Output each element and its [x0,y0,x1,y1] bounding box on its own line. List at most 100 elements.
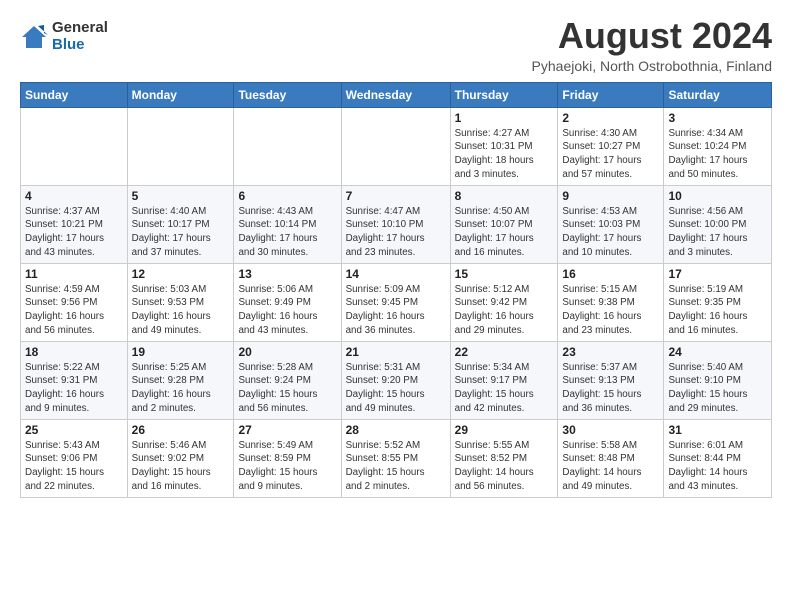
table-row: 17 Sunrise: 5:19 AM Sunset: 9:35 PM Dayli… [664,263,772,341]
day-number: 25 [25,423,123,437]
calendar-week-row: 18 Sunrise: 5:22 AM Sunset: 9:31 PM Dayli… [21,341,772,419]
logo: General Blue [20,20,108,53]
day-number: 20 [238,345,336,359]
day-info: Sunrise: 5:28 AM Sunset: 9:24 PM Dayligh… [238,361,336,416]
day-info: Sunrise: 5:03 AM Sunset: 9:53 PM Dayligh… [132,283,230,338]
header: General Blue August 2024 Pyhaejoki, Nort… [20,16,772,74]
col-saturday: Saturday [664,82,772,107]
table-row: 29 Sunrise: 5:55 AM Sunset: 8:52 PM Dayli… [450,419,558,497]
day-info: Sunrise: 4:30 AM Sunset: 10:27 PM Daylig… [562,127,659,182]
table-row: 16 Sunrise: 5:15 AM Sunset: 9:38 PM Dayli… [558,263,664,341]
calendar: Sunday Monday Tuesday Wednesday Thursday… [20,82,772,498]
day-number: 27 [238,423,336,437]
day-info: Sunrise: 4:40 AM Sunset: 10:17 PM Daylig… [132,205,230,260]
table-row: 4Sunrise: 4:37 AM Sunset: 10:21 PM Dayli… [21,185,128,263]
table-row [21,107,128,185]
table-row [234,107,341,185]
logo-blue-text: Blue [52,37,108,54]
table-row: 21 Sunrise: 5:31 AM Sunset: 9:20 PM Dayli… [341,341,450,419]
table-row: 27Sunrise: 5:49 AM Sunset: 8:59 PM Dayli… [234,419,341,497]
day-number: 5 [132,189,230,203]
col-monday: Monday [127,82,234,107]
day-info: Sunrise: 5:12 AM Sunset: 9:42 PM Dayligh… [455,283,554,338]
day-number: 7 [346,189,446,203]
day-info: Sunrise: 5:19 AM Sunset: 9:35 PM Dayligh… [668,283,767,338]
day-number: 16 [562,267,659,281]
col-sunday: Sunday [21,82,128,107]
table-row: 11 Sunrise: 4:59 AM Sunset: 9:56 PM Dayli… [21,263,128,341]
day-number: 8 [455,189,554,203]
table-row: 23 Sunrise: 5:37 AM Sunset: 9:13 PM Dayli… [558,341,664,419]
day-number: 23 [562,345,659,359]
day-info: Sunrise: 6:01 AM Sunset: 8:44 PM Dayligh… [668,439,767,494]
table-row: 24Sunrise: 5:40 AM Sunset: 9:10 PM Dayli… [664,341,772,419]
day-info: Sunrise: 5:55 AM Sunset: 8:52 PM Dayligh… [455,439,554,494]
day-info: Sunrise: 4:50 AM Sunset: 10:07 PM Daylig… [455,205,554,260]
day-number: 29 [455,423,554,437]
table-row: 8 Sunrise: 4:50 AM Sunset: 10:07 PM Dayli… [450,185,558,263]
day-number: 17 [668,267,767,281]
table-row: 26Sunrise: 5:46 AM Sunset: 9:02 PM Dayli… [127,419,234,497]
col-wednesday: Wednesday [341,82,450,107]
table-row: 19Sunrise: 5:25 AM Sunset: 9:28 PM Dayli… [127,341,234,419]
location: Pyhaejoki, North Ostrobothnia, Finland [532,58,772,74]
day-info: Sunrise: 5:15 AM Sunset: 9:38 PM Dayligh… [562,283,659,338]
day-info: Sunrise: 4:47 AM Sunset: 10:10 PM Daylig… [346,205,446,260]
table-row: 20 Sunrise: 5:28 AM Sunset: 9:24 PM Dayli… [234,341,341,419]
day-number: 18 [25,345,123,359]
day-info: Sunrise: 4:56 AM Sunset: 10:00 PM Daylig… [668,205,767,260]
day-info: Sunrise: 5:06 AM Sunset: 9:49 PM Dayligh… [238,283,336,338]
day-info: Sunrise: 4:37 AM Sunset: 10:21 PM Daylig… [25,205,123,260]
day-info: Sunrise: 5:31 AM Sunset: 9:20 PM Dayligh… [346,361,446,416]
day-number: 6 [238,189,336,203]
day-number: 26 [132,423,230,437]
day-info: Sunrise: 5:58 AM Sunset: 8:48 PM Dayligh… [562,439,659,494]
day-number: 1 [455,111,554,125]
table-row: 30 Sunrise: 5:58 AM Sunset: 8:48 PM Dayli… [558,419,664,497]
day-info: Sunrise: 4:59 AM Sunset: 9:56 PM Dayligh… [25,283,123,338]
day-number: 31 [668,423,767,437]
day-number: 13 [238,267,336,281]
table-row [127,107,234,185]
day-info: Sunrise: 5:22 AM Sunset: 9:31 PM Dayligh… [25,361,123,416]
table-row: 10Sunrise: 4:56 AM Sunset: 10:00 PM Dayl… [664,185,772,263]
table-row: 13 Sunrise: 5:06 AM Sunset: 9:49 PM Dayli… [234,263,341,341]
col-friday: Friday [558,82,664,107]
title-area: August 2024 Pyhaejoki, North Ostrobothni… [532,16,772,74]
day-number: 21 [346,345,446,359]
table-row: 25 Sunrise: 5:43 AM Sunset: 9:06 PM Dayli… [21,419,128,497]
table-row: 7 Sunrise: 4:47 AM Sunset: 10:10 PM Dayli… [341,185,450,263]
table-row: 6Sunrise: 4:43 AM Sunset: 10:14 PM Dayli… [234,185,341,263]
calendar-week-row: 25 Sunrise: 5:43 AM Sunset: 9:06 PM Dayli… [21,419,772,497]
table-row: 1 Sunrise: 4:27 AM Sunset: 10:31 PM Dayli… [450,107,558,185]
calendar-week-row: 11 Sunrise: 4:59 AM Sunset: 9:56 PM Dayli… [21,263,772,341]
table-row: 2 Sunrise: 4:30 AM Sunset: 10:27 PM Dayli… [558,107,664,185]
day-info: Sunrise: 5:09 AM Sunset: 9:45 PM Dayligh… [346,283,446,338]
day-info: Sunrise: 4:27 AM Sunset: 10:31 PM Daylig… [455,127,554,182]
col-thursday: Thursday [450,82,558,107]
table-row: 9 Sunrise: 4:53 AM Sunset: 10:03 PM Dayli… [558,185,664,263]
calendar-week-row: 1 Sunrise: 4:27 AM Sunset: 10:31 PM Dayli… [21,107,772,185]
table-row: 28Sunrise: 5:52 AM Sunset: 8:55 PM Dayli… [341,419,450,497]
day-number: 9 [562,189,659,203]
table-row: 18 Sunrise: 5:22 AM Sunset: 9:31 PM Dayli… [21,341,128,419]
table-row: 22Sunrise: 5:34 AM Sunset: 9:17 PM Dayli… [450,341,558,419]
day-number: 11 [25,267,123,281]
day-number: 3 [668,111,767,125]
day-number: 2 [562,111,659,125]
day-info: Sunrise: 4:34 AM Sunset: 10:24 PM Daylig… [668,127,767,182]
day-number: 12 [132,267,230,281]
table-row: 14Sunrise: 5:09 AM Sunset: 9:45 PM Dayli… [341,263,450,341]
day-info: Sunrise: 5:34 AM Sunset: 9:17 PM Dayligh… [455,361,554,416]
page: General Blue August 2024 Pyhaejoki, Nort… [0,0,792,508]
day-info: Sunrise: 5:25 AM Sunset: 9:28 PM Dayligh… [132,361,230,416]
day-info: Sunrise: 5:37 AM Sunset: 9:13 PM Dayligh… [562,361,659,416]
calendar-week-row: 4Sunrise: 4:37 AM Sunset: 10:21 PM Dayli… [21,185,772,263]
day-info: Sunrise: 5:43 AM Sunset: 9:06 PM Dayligh… [25,439,123,494]
table-row: 3 Sunrise: 4:34 AM Sunset: 10:24 PM Dayli… [664,107,772,185]
logo-general-text: General [52,20,108,37]
table-row: 31 Sunrise: 6:01 AM Sunset: 8:44 PM Dayli… [664,419,772,497]
day-number: 30 [562,423,659,437]
day-info: Sunrise: 4:53 AM Sunset: 10:03 PM Daylig… [562,205,659,260]
table-row: 12 Sunrise: 5:03 AM Sunset: 9:53 PM Dayli… [127,263,234,341]
